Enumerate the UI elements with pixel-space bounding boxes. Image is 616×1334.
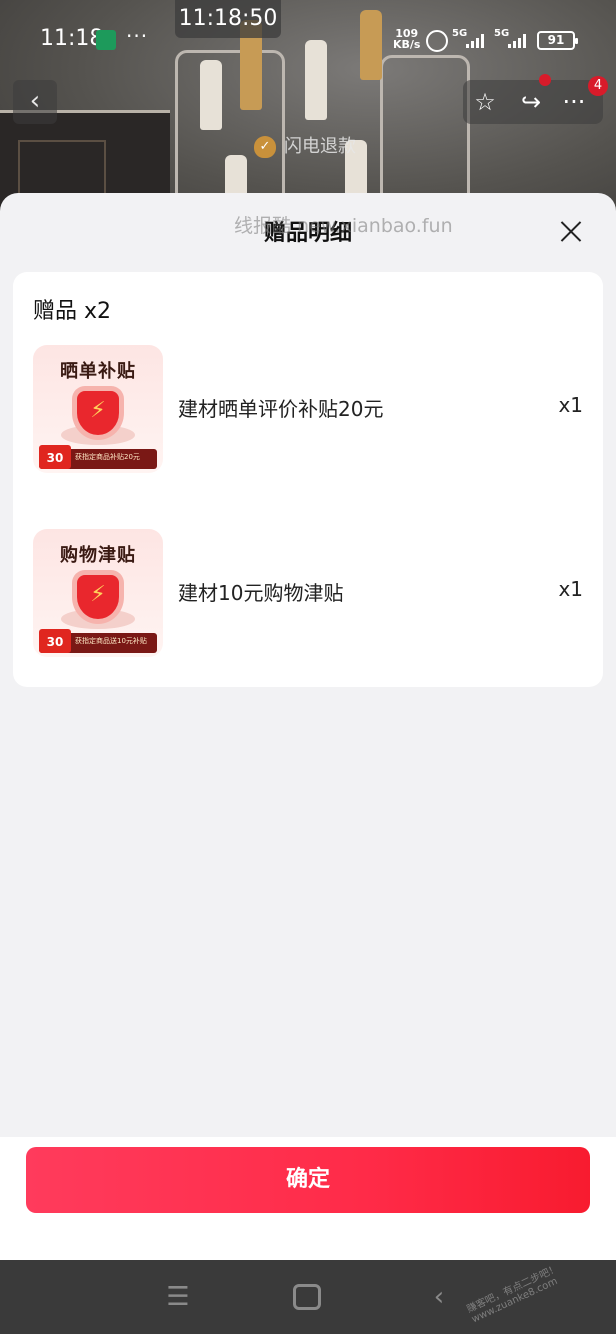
more-badge: 4 <box>588 76 608 96</box>
share-icon[interactable]: ↪ <box>517 88 545 116</box>
status-bar: 11:18 ··· 11:18:50 109 KB/s 5G 5G 91 <box>0 0 616 70</box>
gift-thumbnail: 晒单补贴 ⚡ 30 获指定商品补贴20元 <box>33 345 163 473</box>
status-time: 11:18 <box>40 26 104 51</box>
back-button[interactable]: ‹ <box>13 80 57 124</box>
signal-bars-icon <box>466 34 484 48</box>
home-icon[interactable] <box>293 1284 321 1310</box>
alarm-icon <box>426 30 448 52</box>
gift-quantity: x1 <box>558 577 583 601</box>
signal-label-1: 5G <box>452 28 468 39</box>
thumb-strip-text: 获指定商品补贴20元 <box>75 453 140 461</box>
refund-text: 闪电退款 <box>284 136 356 157</box>
sheet-footer: 确定 <box>0 1137 616 1260</box>
check-shield-icon: ✓ <box>254 136 276 158</box>
system-nav-bar: ☰ ‹ 赚客吧，有点二步吧！ www.zuanke8.com <box>0 1260 616 1334</box>
share-dot-badge <box>539 74 551 86</box>
signal-bars-icon <box>508 34 526 48</box>
nav-actions: ☆ ↪ ··· 4 <box>463 74 608 124</box>
top-nav: ‹ ☆ ↪ ··· 4 <box>0 74 616 126</box>
net-speed-unit: KB/s <box>393 38 421 51</box>
signal-label-2: 5G <box>494 28 510 39</box>
gift-quantity: x1 <box>558 393 583 417</box>
lightning-shield-icon: ⚡ <box>77 575 119 619</box>
gift-count-header: 赠品 x2 <box>33 299 112 324</box>
gift-name: 建材10元购物津贴 <box>178 581 344 605</box>
watermark: 线报酷 new.xianbao.fun <box>234 215 453 237</box>
star-icon[interactable]: ☆ <box>471 88 499 116</box>
list-item: 晒单补贴 ⚡ 30 获指定商品补贴20元 建材晒单评价补贴20元 x1 <box>33 345 583 473</box>
thumb-strip-text: 获指定商品送10元补贴 <box>75 637 147 645</box>
thumb-title: 购物津贴 <box>60 545 136 566</box>
list-item: 购物津贴 ⚡ 30 获指定商品送10元补贴 建材10元购物津贴 x1 <box>33 529 583 657</box>
net-speed: 109 KB/s <box>393 28 420 50</box>
more-icon[interactable]: ··· <box>560 88 588 116</box>
system-back-icon[interactable]: ‹ <box>424 1282 454 1312</box>
lightning-shield-icon: ⚡ <box>77 391 119 435</box>
confirm-button[interactable]: 确定 <box>26 1147 590 1213</box>
screen-clock: 11:18:50 <box>175 0 281 38</box>
close-icon[interactable] <box>553 214 589 250</box>
sim-icon <box>96 30 116 50</box>
gift-thumbnail: 购物津贴 ⚡ 30 获指定商品送10元补贴 <box>33 529 163 657</box>
menu-icon[interactable]: ☰ <box>163 1282 193 1312</box>
thumb-tag: 30 <box>39 629 71 653</box>
thumb-title: 晒单补贴 <box>60 361 136 382</box>
thumb-tag: 30 <box>39 445 71 469</box>
flash-refund-label: ✓ 闪电退款 <box>254 133 356 161</box>
gift-name: 建材晒单评价补贴20元 <box>178 397 384 421</box>
gift-card: 赠品 x2 晒单补贴 ⚡ 30 获指定商品补贴20元 建材晒单评价补贴20元 x… <box>13 272 603 687</box>
battery-icon: 91 <box>537 31 578 50</box>
gift-details-sheet: 赠品明细 线报酷 new.xianbao.fun 赠品 x2 晒单补贴 ⚡ 30… <box>0 193 616 1260</box>
more-notifications-icon: ··· <box>126 24 149 48</box>
